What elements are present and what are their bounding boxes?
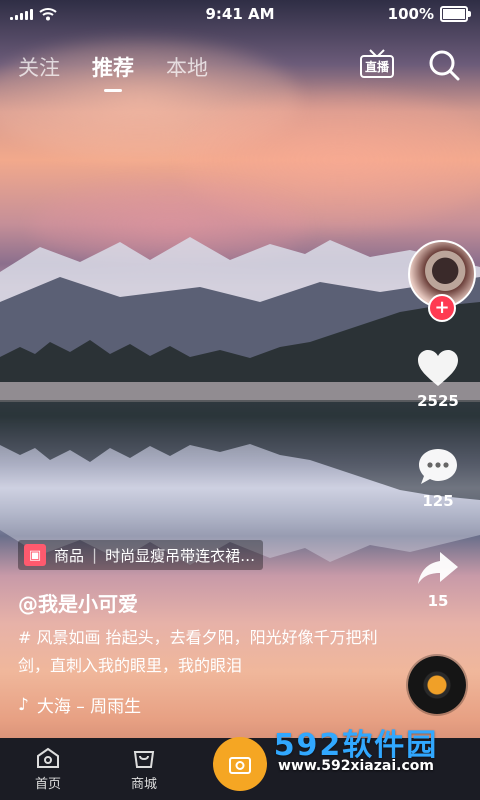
nav-home[interactable]: 首页	[8, 747, 88, 792]
home-icon	[37, 747, 59, 768]
creator-username[interactable]: @我是小可爱	[18, 588, 138, 617]
music-disc-icon[interactable]	[408, 656, 466, 714]
like-count: 2525	[417, 392, 459, 410]
heart-icon	[418, 350, 458, 386]
comment-button[interactable]: 125	[408, 446, 468, 510]
product-separator: |	[92, 546, 98, 564]
tab-recommended[interactable]: 推荐	[92, 52, 134, 92]
product-label: 商品	[54, 546, 85, 565]
share-count: 15	[427, 592, 449, 610]
share-arrow-icon	[418, 552, 458, 584]
shopping-bag-nav-icon	[133, 750, 155, 768]
tab-following[interactable]: 关注	[18, 52, 60, 82]
tab-local[interactable]: 本地	[166, 52, 208, 82]
music-title: 大海 – 周雨生	[36, 697, 142, 717]
music-note-icon: ♪	[18, 694, 29, 715]
product-title: 时尚显瘦吊带连衣裙…	[105, 546, 256, 565]
nav-mall[interactable]: 商城	[104, 747, 184, 792]
video-feed-screen: 9:41 AM 100% 关注 推荐 本地 直播 + 2525 125 15 ▣…	[0, 0, 480, 800]
product-tag[interactable]: ▣ 商品 | 时尚显瘦吊带连衣裙…	[18, 540, 264, 570]
nav-home-label: 首页	[34, 776, 61, 792]
comment-bubble-icon	[419, 449, 457, 484]
music-info[interactable]: ♪ 大海 – 周雨生	[18, 692, 142, 718]
live-tv-icon[interactable]: 直播	[358, 48, 396, 80]
battery-icon	[440, 6, 471, 22]
follow-button[interactable]: +	[428, 294, 456, 322]
like-button[interactable]: 2525	[408, 348, 468, 410]
shopping-bag-icon: ▣	[24, 544, 46, 566]
status-bar: 9:41 AM 100%	[0, 0, 480, 28]
status-time: 9:41 AM	[205, 5, 275, 23]
post-caption: # 风景如画 抬起头，去看夕阳，阳光好像千万把利剑，直刺入我的眼里，我的眼泪	[18, 628, 378, 675]
comment-count: 125	[422, 492, 454, 510]
nav-mall-label: 商城	[130, 776, 157, 792]
watermark-url: www.592xiazai.com	[278, 758, 434, 774]
watermark: 592软件园 www.592xiazai.com	[232, 720, 480, 774]
feed-tabs: 关注 推荐 本地	[18, 52, 208, 92]
search-icon[interactable]	[428, 49, 460, 81]
share-button[interactable]: 15	[408, 548, 468, 610]
live-label: 直播	[365, 59, 390, 74]
